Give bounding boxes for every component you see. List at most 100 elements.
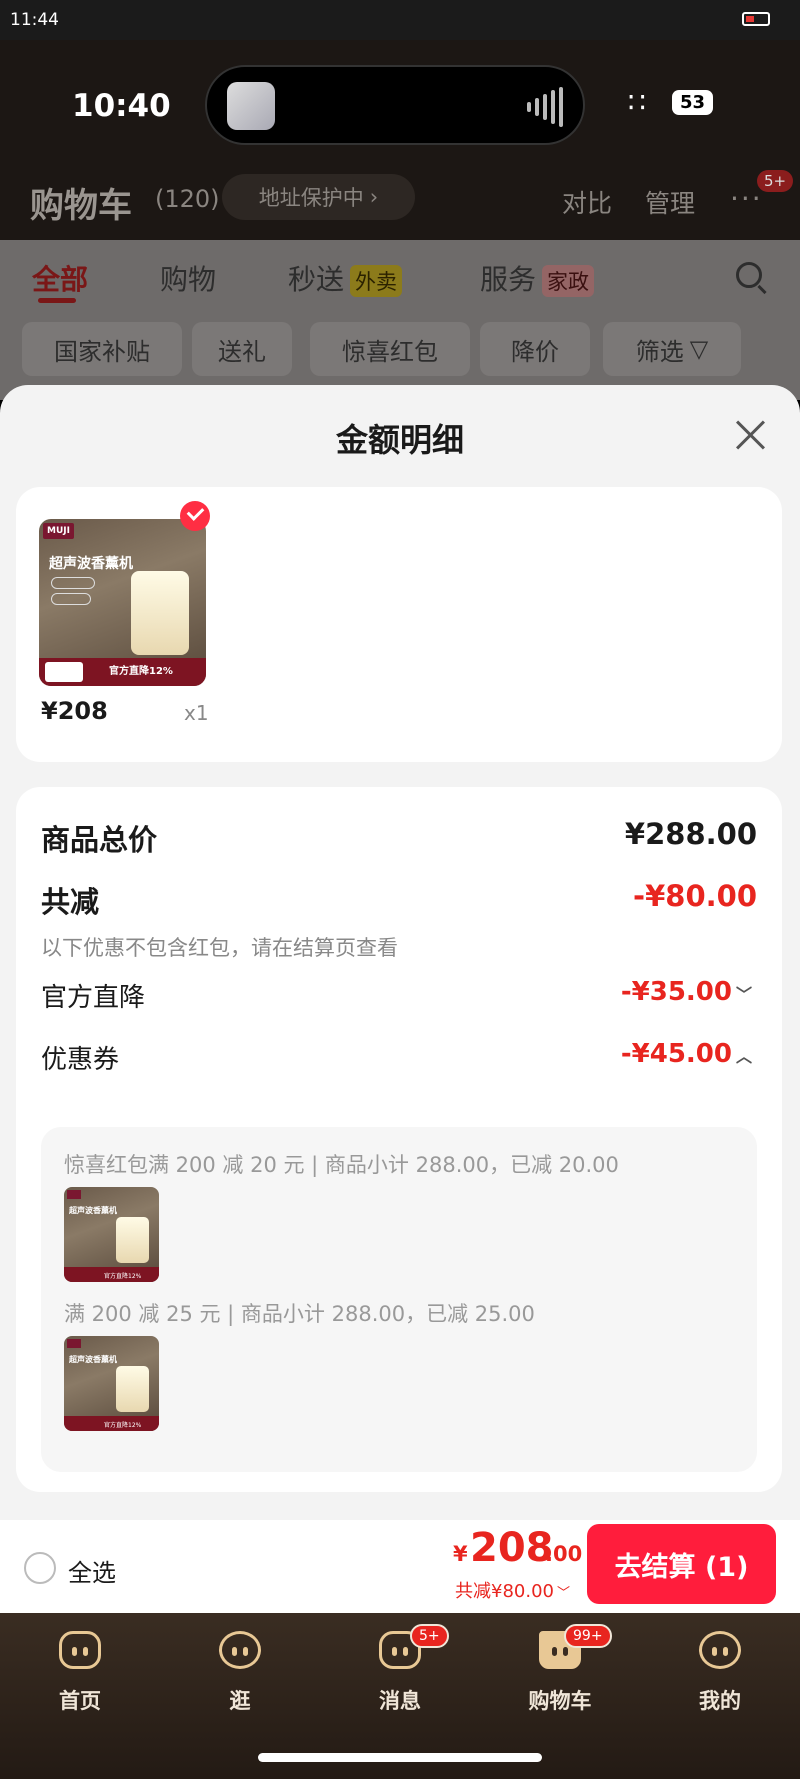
media-thumbnail-icon: [227, 82, 275, 130]
product-card: MUJI 超声波香薰机 官方直降12% ¥208 x1: [16, 487, 782, 762]
nav-profile-label: 我的: [699, 1689, 741, 1713]
chevron-right-icon: ›: [369, 185, 379, 209]
search-icon[interactable]: [736, 262, 762, 288]
nav-cart[interactable]: 99+ 购物车: [500, 1624, 620, 1715]
chip-filter-label: 筛选: [635, 337, 684, 366]
tab-all[interactable]: 全部: [32, 258, 88, 298]
image-tag-pill: [51, 577, 95, 589]
nav-messages-label: 消息: [379, 1689, 421, 1713]
nav-profile[interactable]: 我的: [660, 1631, 780, 1715]
total-label: 商品总价: [41, 823, 158, 857]
cart-icon: 99+: [539, 1624, 612, 1669]
mini-image-banner: 官方直降12%: [64, 1416, 159, 1431]
lamp-illustration-mini: [116, 1217, 149, 1263]
address-protect-label: 地址保护中: [258, 186, 364, 210]
product-image[interactable]: MUJI 超声波香薰机 官方直降12%: [39, 519, 206, 686]
chevron-down-icon: ﹀: [556, 1586, 570, 1601]
battery-indicator: 53: [672, 90, 714, 115]
compare-button[interactable]: 对比: [562, 184, 612, 220]
outer-clock: 11:44: [10, 10, 59, 30]
reduce-label: 共减: [41, 885, 100, 919]
banner-logo: [45, 662, 83, 682]
checkout-button[interactable]: 去结算 (1): [587, 1524, 776, 1604]
chip-subsidy[interactable]: 国家补贴: [22, 322, 182, 376]
mini-banner-text: 官方直降12%: [104, 1273, 142, 1280]
product-image-title: 超声波香薰机: [49, 556, 133, 572]
chevron-down-icon: ﹀: [735, 984, 752, 1004]
coupon-product-thumbnail: 超声波香薰机 官方直降12%: [64, 1187, 159, 1282]
tab-instant-label: 秒送: [288, 263, 345, 296]
chip-price-drop[interactable]: 降价: [480, 322, 590, 376]
sheet-title: 金额明细: [335, 421, 464, 459]
nav-home-label: 首页: [59, 1689, 101, 1713]
official-discount-row[interactable]: -¥35.00 ﹀: [621, 977, 752, 1007]
nav-message-badge: 5+: [410, 1624, 449, 1648]
nav-home[interactable]: 首页: [20, 1631, 140, 1715]
tab-underline: [38, 298, 76, 303]
cart-header: 购物车 (120) 地址保护中 › 对比 管理 ··· 5+: [0, 170, 800, 240]
coupon-product-thumbnail: 超声波香薰机 官方直降12%: [64, 1336, 159, 1431]
brand-logo: MUJI: [43, 523, 74, 539]
nav-browse[interactable]: 逛: [180, 1631, 300, 1715]
inner-status-bar: 10:40 ∷ 53: [0, 40, 800, 170]
total-value: ¥288.00: [624, 817, 757, 851]
chip-filter[interactable]: 筛选 ▽: [603, 322, 741, 376]
mini-image-banner: 官方直降12%: [64, 1267, 159, 1282]
image-tag-pill: [51, 593, 91, 605]
tab-service-tag: 家政: [542, 265, 595, 297]
tab-bar: 全部 购物 秒送 外卖 服务 家政 国家补贴 送礼 惊喜红包 降价 筛选 ▽: [0, 240, 800, 400]
wifi-icon: ∷: [628, 86, 646, 119]
total-decimal: .00: [545, 1542, 583, 1566]
coupon-row[interactable]: -¥45.00 ︿: [621, 1039, 752, 1069]
product-price: ¥208: [41, 697, 108, 725]
browse-icon: [219, 1631, 261, 1669]
official-discount-value: -¥35.00: [620, 977, 732, 1007]
tab-instant-tag: 外卖: [350, 265, 403, 297]
price-detail-card: 商品总价 ¥288.00 共减 -¥80.00 以下优惠不包含红包，请在结算页查…: [16, 787, 782, 1492]
nav-cart-label: 购物车: [528, 1689, 592, 1713]
reduce-value: -¥80.00: [633, 879, 757, 913]
profile-icon: [699, 1631, 741, 1669]
chip-red-packet[interactable]: 惊喜红包: [310, 322, 470, 376]
discount-note: 以下优惠不包含红包，请在结算页查看: [41, 936, 398, 960]
brand-logo-mini: [67, 1339, 81, 1348]
nav-messages[interactable]: 5+ 消息: [340, 1624, 460, 1715]
tab-instant[interactable]: 秒送 外卖: [288, 258, 403, 298]
select-all-label[interactable]: 全选: [68, 1553, 116, 1588]
page-title: 购物车: [30, 186, 132, 226]
coupon-value: -¥45.00: [620, 1039, 732, 1069]
lamp-illustration-mini: [116, 1366, 149, 1412]
image-banner-text: 官方直降12%: [109, 666, 173, 677]
total-discount-toggle[interactable]: 共减¥80.00 ﹀: [455, 1577, 570, 1603]
select-all-radio[interactable]: [24, 1552, 56, 1584]
mini-image-title: 超声波香薰机: [69, 1355, 117, 1364]
check-icon[interactable]: [180, 501, 210, 531]
nav-browse-label: 逛: [229, 1689, 251, 1713]
mini-banner-text: 官方直降12%: [104, 1422, 142, 1429]
image-banner: 官方直降12%: [39, 658, 206, 686]
dynamic-island: [205, 65, 585, 145]
cart-count: (120): [155, 185, 220, 213]
close-icon[interactable]: [734, 419, 766, 451]
filter-icon: ▽: [689, 335, 709, 363]
total-discount: 共减¥80.00: [455, 1581, 554, 1602]
total-amount: 208: [470, 1525, 554, 1571]
home-icon: [59, 1631, 101, 1669]
chip-gift[interactable]: 送礼: [192, 322, 292, 376]
nav-cart-badge: 99+: [564, 1624, 612, 1648]
home-indicator[interactable]: [258, 1753, 542, 1762]
inner-clock: 10:40: [72, 88, 171, 124]
checkout-bar: 全选 ¥ 208 .00 共减¥80.00 ﹀ 去结算 (1): [0, 1520, 800, 1613]
total-currency: ¥: [453, 1542, 468, 1566]
official-discount-label: 官方直降: [41, 983, 146, 1013]
tab-service[interactable]: 服务 家政: [480, 258, 595, 298]
message-icon: 5+: [379, 1624, 449, 1669]
tab-shopping[interactable]: 购物: [160, 258, 216, 298]
brand-logo-mini: [67, 1190, 81, 1199]
manage-button[interactable]: 管理: [645, 184, 695, 220]
chevron-up-icon: ︿: [735, 1046, 752, 1066]
audio-wave-icon: [527, 85, 563, 129]
address-protect-pill[interactable]: 地址保护中 ›: [222, 174, 415, 220]
coupon-details-box: 惊喜红包满 200 减 20 元 | 商品小计 288.00，已减 20.00 …: [41, 1127, 757, 1472]
outer-status-bar: 11:44: [0, 0, 800, 40]
